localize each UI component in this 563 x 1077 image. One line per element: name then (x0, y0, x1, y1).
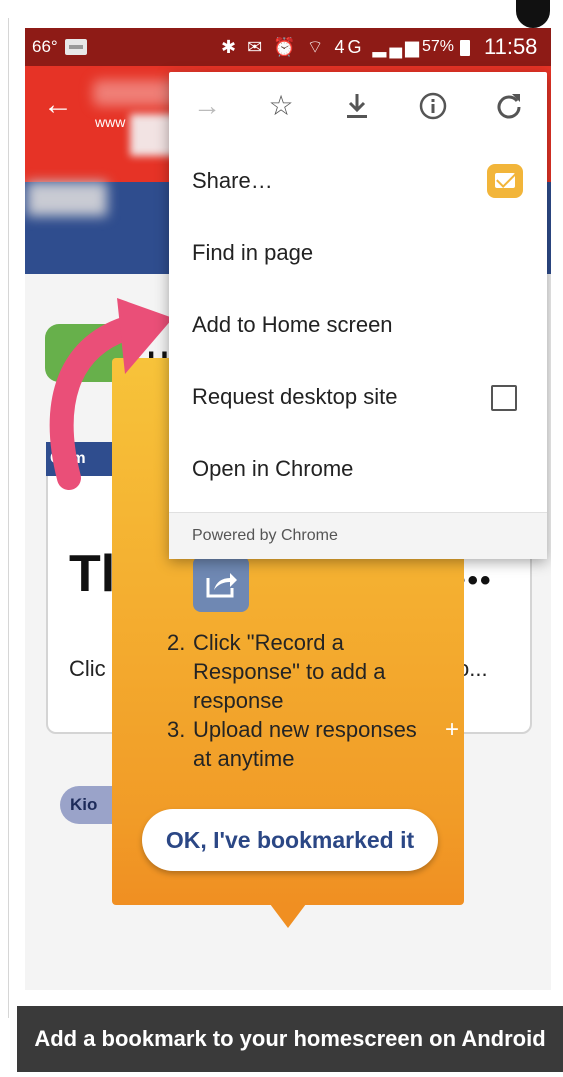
download-icon[interactable] (337, 86, 377, 126)
menu-item-request-desktop-site[interactable]: Request desktop site (192, 384, 397, 410)
caption-banner: Add a bookmark to your homescreen on And… (17, 1006, 563, 1072)
chrome-menu: → ☆ Share… Find in page Add to Home scre… (169, 72, 547, 559)
ok-bookmarked-button[interactable]: OK, I've bookmarked it (142, 809, 438, 871)
refresh-icon[interactable] (489, 86, 529, 126)
star-icon[interactable]: ☆ (261, 86, 301, 126)
close-cap (516, 0, 550, 28)
phone-screen: 66° ✱ ✉ ⏰ ⌔ 4G ▂▄▆ 57% 11:58 ← www H o C… (25, 28, 551, 990)
desktop-site-checkbox[interactable] (491, 385, 517, 411)
powered-by-chrome: Powered by Chrome (192, 527, 338, 544)
step-line: response (193, 688, 284, 713)
menu-item-add-to-home-screen[interactable]: Add to Home screen (192, 312, 393, 338)
step-line: Response" to add a (193, 659, 386, 684)
step-line: Click "Record a (193, 630, 344, 655)
page-left-rule (8, 18, 9, 1018)
step-line: at anytime (193, 746, 295, 771)
tooltip-pointer (270, 904, 306, 928)
mail-icon[interactable] (487, 164, 523, 198)
menu-item-share[interactable]: Share… (192, 168, 273, 194)
share-icon (193, 556, 249, 612)
menu-item-find-in-page[interactable]: Find in page (192, 240, 313, 266)
menu-item-open-in-chrome[interactable]: Open in Chrome (192, 456, 353, 482)
menu-footer: Powered by Chrome (169, 512, 547, 559)
step-number: 2. (167, 630, 186, 655)
card-text: Clic (69, 656, 106, 681)
plus-icon: + (445, 716, 460, 743)
step-line: Upload new responses (193, 717, 417, 742)
menu-icon-row: → ☆ (169, 72, 547, 144)
forward-icon[interactable]: → (187, 86, 227, 126)
step-number: 3. (167, 717, 186, 742)
card-title: Tl (69, 545, 116, 603)
info-icon[interactable] (413, 86, 453, 126)
